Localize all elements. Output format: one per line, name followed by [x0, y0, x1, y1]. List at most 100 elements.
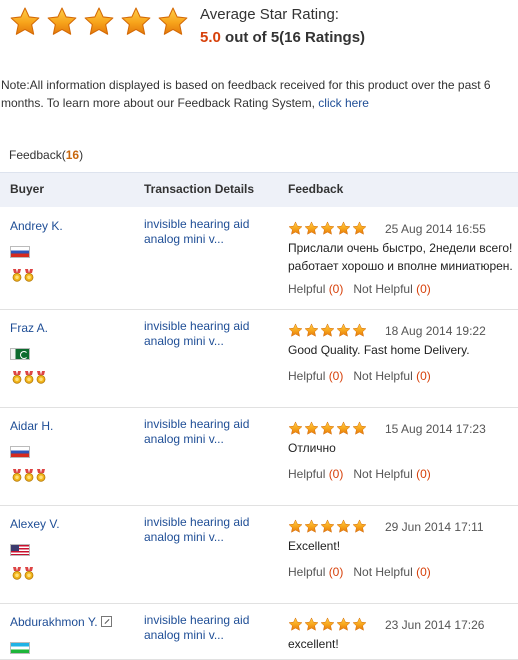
star-icon — [320, 221, 335, 236]
buyer-medals — [12, 567, 34, 580]
country-flag-icon — [10, 446, 30, 458]
not-helpful-button[interactable]: Not Helpful (0) — [353, 282, 430, 296]
medal-icon — [24, 371, 34, 384]
transaction-details-link[interactable]: invisible hearing aid analog mini v... — [144, 515, 274, 545]
star-icon — [336, 221, 351, 236]
star-icon — [336, 421, 351, 436]
star-icon — [288, 519, 303, 534]
transaction-line: invisible hearing aid — [144, 417, 250, 431]
note-text: Note:All information displayed is based … — [1, 78, 491, 110]
feedback-note: Note:All information displayed is based … — [1, 76, 501, 112]
star-icon — [320, 519, 335, 534]
rating-out-of: out of 5(16 Ratings) — [220, 29, 366, 46]
helpful-count: (0) — [328, 282, 344, 296]
star-icon — [352, 617, 367, 632]
medal-icon — [12, 269, 22, 282]
average-rating-stars — [9, 6, 189, 38]
not-helpful-button[interactable]: Not Helpful (0) — [353, 467, 430, 481]
not-helpful-button[interactable]: Not Helpful (0) — [353, 565, 430, 579]
medal-icon — [36, 469, 46, 482]
medal-icon — [12, 371, 22, 384]
star-icon — [320, 617, 335, 632]
star-icon — [83, 6, 115, 38]
helpful-button[interactable]: Helpful (0) — [288, 467, 343, 481]
transaction-line: invisible hearing aid — [144, 515, 250, 529]
not-helpful-count: (0) — [416, 467, 431, 481]
helpful-button[interactable]: Helpful (0) — [288, 282, 343, 296]
comment-line: Excellent! — [288, 539, 341, 553]
feedback-date: 29 Jun 2014 17:11 — [385, 520, 484, 534]
country-flag-icon — [10, 642, 30, 654]
country-flag-icon — [10, 544, 30, 556]
not-helpful-button[interactable]: Not Helpful (0) — [353, 369, 430, 383]
country-flag-icon — [10, 246, 30, 258]
star-icon — [304, 617, 319, 632]
feedback-title-label: Feedback( — [9, 148, 66, 162]
table-row: Alexey V. invisible hearing aid analog min… — [0, 505, 518, 604]
feedback-comment: Good Quality. Fast home Delivery. — [288, 341, 518, 359]
transaction-details-link[interactable]: invisible hearing aid analog mini v... — [144, 613, 274, 643]
comment-line: Отлично — [288, 441, 336, 455]
star-icon — [157, 6, 189, 38]
star-icon — [352, 421, 367, 436]
buyer-name-link[interactable]: Andrey K. — [10, 219, 63, 233]
star-icon — [304, 519, 319, 534]
transaction-line: analog mini v... — [144, 628, 224, 642]
column-header-transaction: Transaction Details — [144, 182, 255, 196]
star-icon — [336, 519, 351, 534]
buyer-name-link[interactable]: Alexey V. — [10, 517, 60, 531]
table-row: Aidar H. invisible hearing aid analog mini… — [0, 407, 518, 506]
buyer-medals — [12, 269, 34, 282]
feedback-comment: excellent! — [288, 635, 518, 653]
buyer-name-link[interactable]: Fraz A. — [10, 321, 48, 335]
helpful-count: (0) — [328, 467, 344, 481]
learn-more-link[interactable]: click here — [318, 96, 369, 110]
medal-icon — [36, 371, 46, 384]
helpful-button[interactable]: Helpful (0) — [288, 565, 343, 579]
helpful-count: (0) — [328, 565, 344, 579]
feedback-title-close: ) — [79, 148, 84, 162]
transaction-line: analog mini v... — [144, 432, 224, 446]
star-icon — [9, 6, 41, 38]
feedback-date: 23 Jun 2014 17:26 — [385, 618, 485, 632]
transaction-details-link[interactable]: invisible hearing aid analog mini v... — [144, 319, 274, 349]
helpful-votes: Helpful (0) Not Helpful (0) — [288, 282, 431, 296]
rating-score: 5.0 — [200, 29, 221, 46]
medal-icon — [24, 567, 34, 580]
star-icon — [288, 617, 303, 632]
helpful-votes: Helpful (0) Not Helpful (0) — [288, 467, 431, 481]
feedback-comment: Excellent! — [288, 537, 518, 555]
buyer-medals — [12, 469, 46, 482]
feedback-stars — [288, 421, 367, 436]
feedback-stars — [288, 221, 367, 236]
star-icon — [304, 221, 319, 236]
star-icon — [288, 323, 303, 338]
buyer-name-link[interactable]: Aidar H. — [10, 419, 53, 433]
country-flag-icon — [10, 348, 30, 360]
transaction-details-link[interactable]: invisible hearing aid analog mini v... — [144, 217, 274, 247]
feedback-date: 18 Aug 2014 19:22 — [385, 324, 486, 338]
helpful-count: (0) — [328, 369, 344, 383]
helpful-button[interactable]: Helpful (0) — [288, 369, 343, 383]
comment-line: работает хорошо и вполне миниатюрен. — [288, 259, 513, 273]
star-icon — [352, 323, 367, 338]
transaction-line: analog mini v... — [144, 334, 224, 348]
medal-icon — [12, 567, 22, 580]
comment-line: Прислали очень быстро, 2недели всего! — [288, 241, 513, 255]
star-icon — [352, 519, 367, 534]
feedback-date: 25 Aug 2014 16:55 — [385, 222, 486, 236]
star-icon — [320, 323, 335, 338]
star-icon — [46, 6, 78, 38]
average-rating-value: 5.0 out of 5(16 Ratings) — [200, 29, 365, 46]
transaction-line: analog mini v... — [144, 232, 224, 246]
star-icon — [120, 6, 152, 38]
transaction-line: invisible hearing aid — [144, 319, 250, 333]
buyer-name-link[interactable]: Abdurakhmon Y. — [10, 615, 112, 629]
transaction-details-link[interactable]: invisible hearing aid analog mini v... — [144, 417, 274, 447]
medal-icon — [12, 469, 22, 482]
medal-icon — [24, 269, 34, 282]
feedback-comment: Прислали очень быстро, 2недели всего! раб… — [288, 239, 518, 275]
helpful-votes: Helpful (0) Not Helpful (0) — [288, 565, 431, 579]
comment-line: Good Quality. Fast home Delivery. — [288, 343, 470, 357]
feedback-table-header: Buyer Transaction Details Feedback — [0, 172, 518, 207]
